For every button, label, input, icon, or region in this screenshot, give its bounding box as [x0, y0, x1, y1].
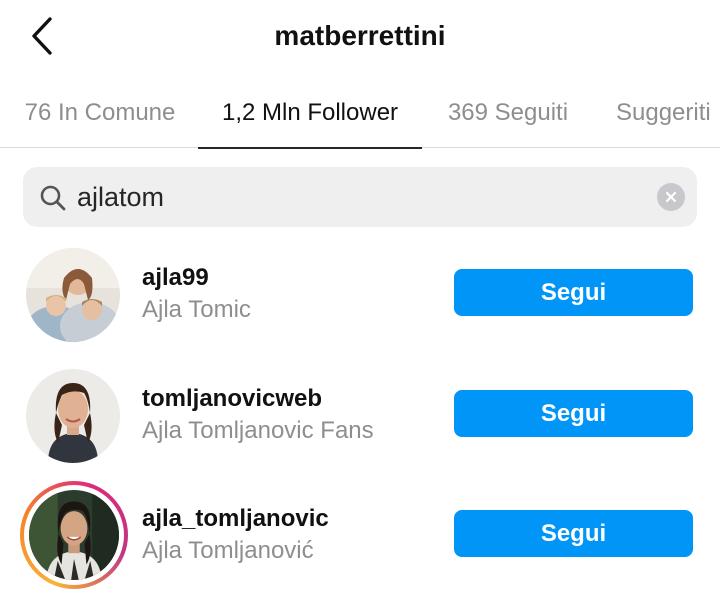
search-bar — [23, 167, 697, 227]
tab-suggested[interactable]: Suggeriti — [606, 78, 720, 148]
search-input[interactable] — [77, 175, 637, 219]
tab-mutual[interactable]: 76 In Comune — [14, 78, 186, 148]
clear-icon — [665, 191, 677, 203]
tab-followers[interactable]: 1,2 Mln Follower — [198, 78, 422, 149]
page-title: matberrettini — [274, 20, 446, 51]
tab-following[interactable]: 369 Seguiti — [432, 78, 584, 148]
search-icon — [40, 185, 66, 211]
clear-search-button[interactable] — [657, 183, 685, 211]
avatar-image — [29, 490, 119, 580]
full-name: Ajla Tomljanovic Fans — [142, 417, 374, 444]
follow-button[interactable]: Segui — [454, 510, 693, 557]
follow-button[interactable]: Segui — [454, 269, 693, 316]
avatar[interactable] — [24, 367, 122, 465]
tab-bar: 76 In Comune 1,2 Mln Follower 369 Seguit… — [0, 78, 720, 149]
avatar-image — [26, 248, 120, 342]
full-name: Ajla Tomic — [142, 296, 251, 323]
username[interactable]: ajla99 — [142, 264, 209, 292]
avatar-image — [26, 369, 120, 463]
username[interactable]: ajla_tomljanovic — [142, 505, 329, 533]
avatar[interactable] — [24, 246, 122, 344]
list-item[interactable]: ajla_tomljanovic Ajla Tomljanović Segui — [0, 481, 720, 589]
list-item[interactable]: ajla99 Ajla Tomic Segui — [0, 244, 720, 344]
avatar-story-ring[interactable] — [20, 481, 128, 589]
username[interactable]: tomljanovicweb — [142, 385, 322, 413]
follow-button[interactable]: Segui — [454, 390, 693, 437]
avatar — [24, 485, 124, 585]
list-item[interactable]: tomljanovicweb Ajla Tomljanovic Fans Seg… — [0, 365, 720, 465]
followers-screen: matberrettini 76 In Comune 1,2 Mln Follo… — [0, 0, 720, 611]
full-name: Ajla Tomljanović — [142, 537, 314, 564]
